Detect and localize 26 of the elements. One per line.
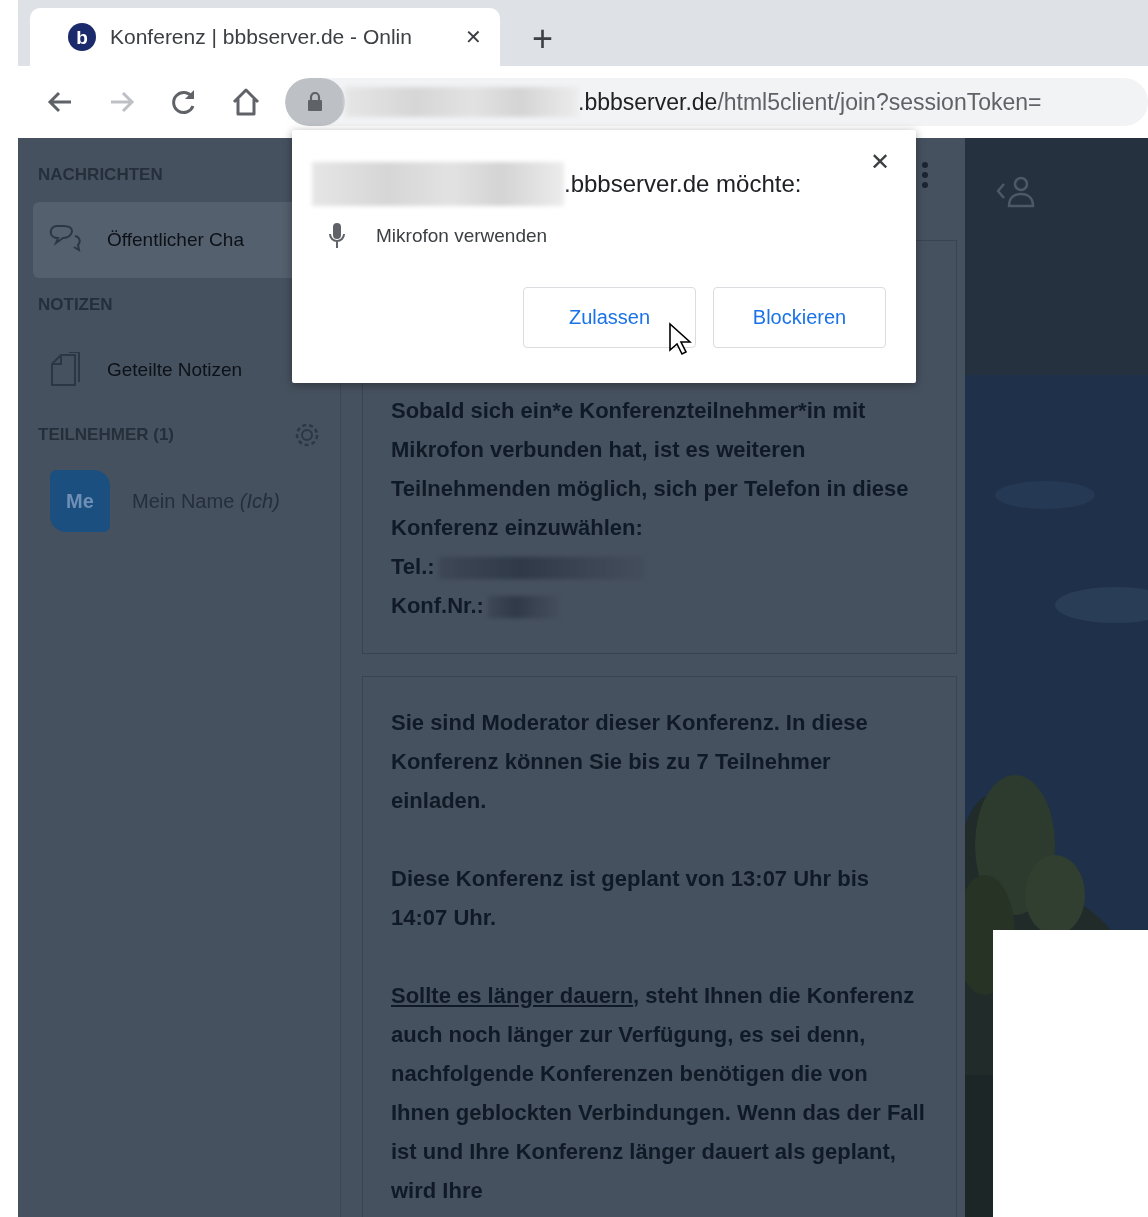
dialog-title: .bbbserver.de möchte: xyxy=(564,169,802,199)
message-text: Sie sind Moderator dieser Konferenz. In diese Konferenz können Sie bis zu 7 Teilnehmer einladen. xyxy=(391,709,869,815)
lock-button[interactable] xyxy=(285,78,345,126)
url-text: .bbbserver.de/html5client/join?sessionToken= xyxy=(578,87,1042,117)
dial-in-label: Konf.Nr.: xyxy=(391,593,484,618)
block-button[interactable]: Blockieren xyxy=(713,286,886,348)
cursor-icon xyxy=(668,322,692,356)
allow-button[interactable]: Zulassen xyxy=(523,286,696,348)
user-avatar: Me xyxy=(50,470,110,532)
site-logo: b xyxy=(68,23,96,51)
message-text: Sobald sich ein*e Konferenzteilnehmer*in mit Mikrofon verbunden hat, ist es weiteren Teilnehmenden möglich, sich per Telefon in diese Konferenz einzuwählen: xyxy=(391,397,910,542)
address-bar[interactable]: .bbbserver.de/html5client/join?sessionToken= xyxy=(285,78,1148,126)
dial-in-label: Tel.: xyxy=(391,554,435,579)
close-tab-button[interactable]: ✕ xyxy=(461,22,486,52)
microphone-icon xyxy=(328,222,346,251)
browser-tab[interactable]: b Konferenz | bbbserver.de - Onlin ✕ xyxy=(30,8,500,66)
message-text: Sollte es länger dauern, steht Ihnen die Konferenz auch noch länger zur Verfügung, es sei denn, nachfolgende Konferenzen benötigen die von Ihnen geblockten Verbindungen. Wenn das der Fall ist und Ihre Konferenz länger dauert als geplant, wird Ihre xyxy=(391,982,926,1205)
tab-title: Konferenz | bbbserver.de - Onlin xyxy=(110,24,413,51)
item-label: Geteilte Notizen xyxy=(107,357,243,382)
message-text: Diese Konferenz ist geplant von 13:07 Uhr bis 14:07 Uhr. xyxy=(391,865,870,932)
permission-text: Mikrofon verwenden xyxy=(376,224,548,248)
item-label: Öffentlicher Cha xyxy=(107,227,244,252)
close-button[interactable]: ✕ xyxy=(864,144,896,180)
document-icon xyxy=(49,352,83,388)
lock-icon xyxy=(307,92,323,112)
new-tab-button[interactable]: + xyxy=(526,20,560,58)
